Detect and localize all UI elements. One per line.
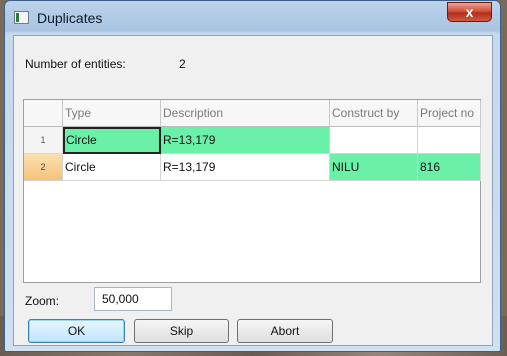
column-header-description[interactable]: Description: [161, 100, 330, 127]
description-cell[interactable]: R=13,179: [161, 127, 330, 154]
title-bar[interactable]: Duplicates x: [5, 1, 500, 35]
construct-by-cell[interactable]: NILU: [330, 154, 418, 181]
type-cell[interactable]: Circle: [63, 154, 161, 181]
project-no-cell[interactable]: [418, 127, 481, 154]
abort-button[interactable]: Abort: [237, 319, 333, 343]
column-header-type[interactable]: Type: [63, 100, 161, 127]
duplicates-dialog: Duplicates x Number of entities: 2 Type …: [4, 0, 501, 352]
dialog-content: Number of entities: 2 Type Description C…: [13, 35, 493, 346]
column-header-construct-by[interactable]: Construct by: [330, 100, 418, 127]
app-icon: [14, 11, 29, 24]
window-title: Duplicates: [37, 10, 103, 26]
table-row[interactable]: 1 Circle R=13,179: [24, 127, 481, 154]
ok-button[interactable]: OK: [28, 319, 125, 343]
entity-count-value: 2: [179, 57, 186, 71]
type-cell[interactable]: Circle: [63, 127, 161, 154]
duplicates-table[interactable]: Type Description Construct by Project no…: [23, 99, 481, 283]
entity-count-label: Number of entities:: [25, 57, 126, 71]
corner-header: [24, 100, 63, 127]
description-cell[interactable]: R=13,179: [161, 154, 330, 181]
row-header[interactable]: 1: [24, 127, 63, 154]
skip-button[interactable]: Skip: [134, 319, 229, 343]
table-row[interactable]: 2 Circle R=13,179 NILU 816: [24, 154, 481, 181]
close-button[interactable]: x: [447, 2, 492, 22]
column-header-project-no[interactable]: Project no: [418, 100, 481, 127]
construct-by-cell[interactable]: [330, 127, 418, 154]
zoom-label: Zoom:: [25, 294, 60, 308]
row-header[interactable]: 2: [24, 154, 63, 181]
table-header-row: Type Description Construct by Project no: [24, 100, 481, 127]
zoom-input[interactable]: [94, 287, 172, 311]
project-no-cell[interactable]: 816: [418, 154, 481, 181]
